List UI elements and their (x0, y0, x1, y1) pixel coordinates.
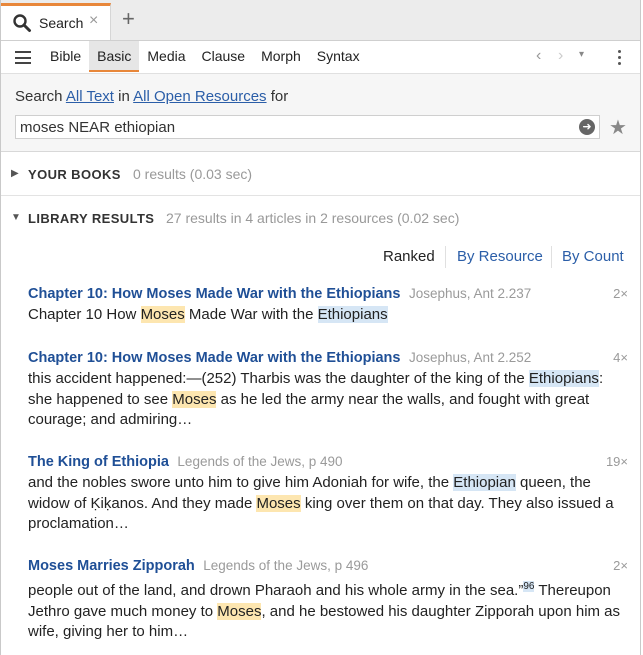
search-box: ➜ (15, 115, 600, 139)
highlight-moses: Moses (140, 306, 185, 323)
scope-link[interactable]: All Text (66, 88, 114, 105)
highlight-moses: Moses (217, 602, 262, 620)
search-icon (13, 14, 31, 32)
sort-ranked[interactable]: Ranked (383, 248, 435, 265)
tab-label: Search (39, 15, 84, 31)
result-item: The King of Ethiopia Legends of the Jews… (28, 453, 628, 535)
search-prefix: Search (15, 88, 63, 105)
library-results-title: LIBRARY RESULTS (28, 211, 155, 226)
collapse-triangle-icon: ▼ (11, 212, 21, 223)
result-source: Legends of the Jews, p 496 (203, 558, 369, 573)
hamburger-menu-icon[interactable] (15, 51, 31, 64)
search-panel: Search × + Bible Basic Media Clause Morp… (0, 0, 641, 655)
hit-count: 19× (605, 454, 628, 469)
forward-icon[interactable]: › (558, 47, 563, 65)
highlight-ethiopian: Ethiopians (528, 370, 599, 387)
sort-by-resource[interactable]: By Resource (457, 248, 543, 265)
result-source: Josephus, Ant 2.252 (408, 350, 532, 365)
resources-link[interactable]: All Open Resources (133, 88, 266, 105)
mode-media[interactable]: Media (139, 41, 193, 72)
mode-morph[interactable]: Morph (253, 41, 309, 72)
result-source: Legends of the Jews, p 490 (177, 454, 343, 469)
highlight-moses: Moses (256, 494, 301, 512)
result-item: Chapter 10: How Moses Made War with the … (28, 285, 628, 326)
search-area: Search All Text in All Open Resources fo… (1, 74, 640, 152)
search-description: Search All Text in All Open Resources fo… (15, 88, 288, 105)
your-books-meta: 0 results (0.03 sec) (133, 166, 253, 182)
result-snippet[interactable]: this accident happened:—(252) Tharbis wa… (28, 369, 628, 431)
search-mode-tabs: Bible Basic Media Clause Morph Syntax (42, 41, 368, 73)
mode-clause[interactable]: Clause (194, 41, 254, 72)
footnote-ref[interactable]: 96 (523, 581, 535, 592)
divider (1, 195, 640, 196)
hit-count: 4× (613, 350, 628, 365)
highlight-ethiopian: Ethiopians (317, 306, 388, 323)
result-snippet[interactable]: Chapter 10 How Moses Made War with the E… (28, 305, 628, 326)
mode-syntax[interactable]: Syntax (309, 41, 368, 72)
mode-basic[interactable]: Basic (89, 41, 140, 72)
result-title[interactable]: Chapter 10: How Moses Made War with the … (28, 350, 400, 366)
library-results-header[interactable]: ▼ LIBRARY RESULTS 27 results in 4 articl… (1, 208, 640, 230)
result-title[interactable]: Chapter 10: How Moses Made War with the … (28, 286, 400, 302)
result-snippet[interactable]: people out of the land, and drown Pharao… (28, 577, 628, 643)
for-label: for (270, 88, 289, 105)
result-item: Moses Marries Zipporah Legends of the Je… (28, 557, 628, 643)
expand-triangle-icon: ▶ (11, 168, 19, 179)
your-books-header[interactable]: ▶ YOUR BOOKS 0 results (0.03 sec) (1, 164, 640, 186)
result-snippet[interactable]: and the nobles swore unto him to give hi… (28, 473, 628, 535)
history-dropdown-icon[interactable]: ▾ (579, 49, 584, 60)
highlight-moses: Moses (172, 390, 217, 408)
go-arrow-icon[interactable]: ➜ (579, 119, 595, 135)
tab-search[interactable]: Search × (1, 3, 111, 40)
tab-bar: Search × + (1, 0, 640, 41)
search-input[interactable] (16, 116, 564, 138)
more-options-icon[interactable] (618, 50, 622, 68)
divider (551, 246, 552, 268)
add-tab-icon[interactable]: + (122, 8, 135, 30)
your-books-title: YOUR BOOKS (28, 167, 121, 182)
sort-by-count[interactable]: By Count (562, 248, 624, 265)
result-item: Chapter 10: How Moses Made War with the … (28, 349, 628, 431)
favorite-star-icon[interactable]: ★ (609, 115, 627, 140)
highlight-ethiopian: Ethiopian (453, 474, 516, 491)
back-icon[interactable]: ‹ (536, 47, 541, 65)
result-source: Josephus, Ant 2.237 (408, 286, 532, 301)
hit-count: 2× (613, 558, 628, 573)
close-icon[interactable]: × (89, 12, 98, 30)
hit-count: 2× (613, 286, 628, 301)
in-label: in (118, 88, 130, 105)
mode-bible[interactable]: Bible (42, 41, 89, 72)
result-title[interactable]: The King of Ethiopia (28, 454, 169, 470)
divider (445, 246, 446, 268)
library-results-meta: 27 results in 4 articles in 2 resources … (166, 210, 460, 226)
result-title[interactable]: Moses Marries Zipporah (28, 558, 195, 574)
toolbar: Bible Basic Media Clause Morph Syntax ‹ … (1, 41, 640, 74)
